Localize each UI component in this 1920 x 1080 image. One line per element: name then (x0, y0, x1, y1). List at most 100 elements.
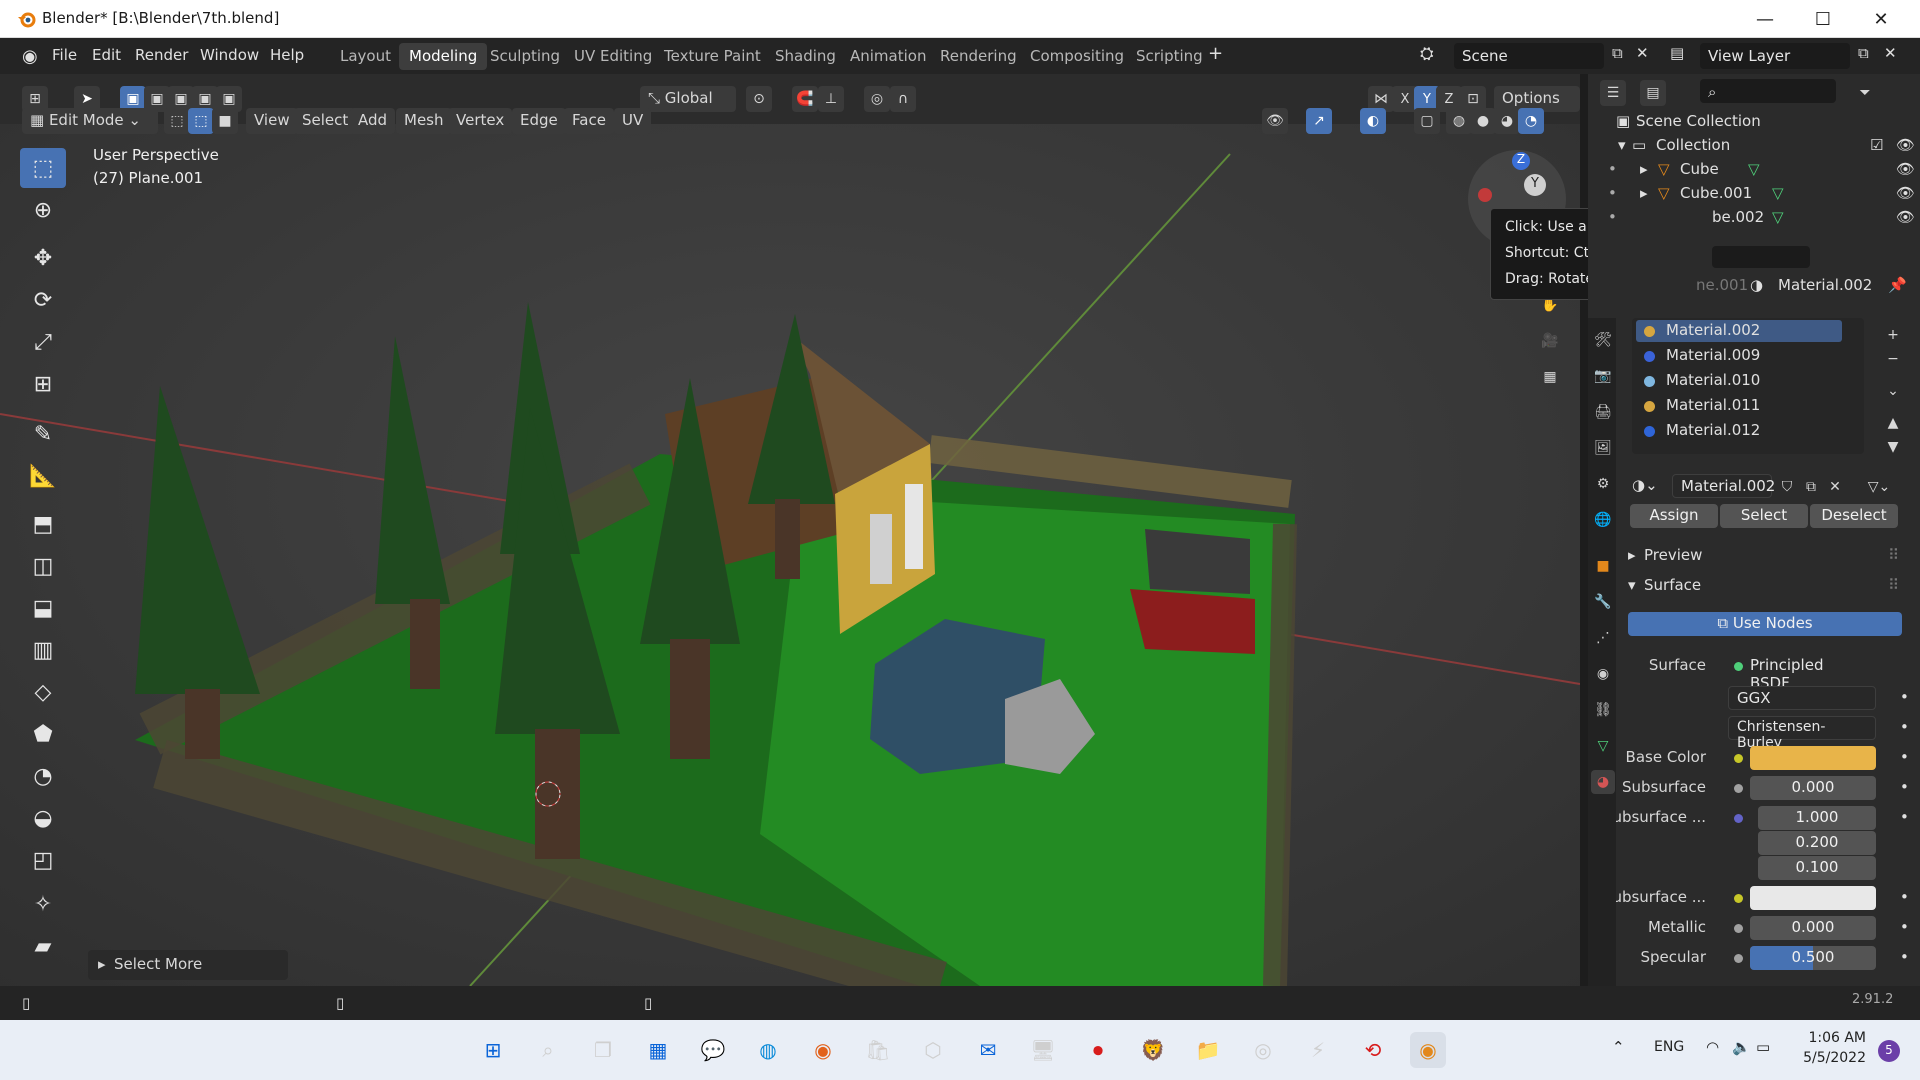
filter-icon[interactable]: ⏷ (1852, 80, 1878, 106)
subsurface-field[interactable]: 0.000 (1750, 776, 1876, 800)
outliner-search[interactable]: ⌕ (1700, 79, 1836, 103)
gizmo-y-axis[interactable]: Y (1524, 174, 1546, 196)
value-socket-icon[interactable] (1734, 924, 1743, 933)
tab-animation[interactable]: Animation (840, 43, 936, 70)
app-red-icon[interactable]: ⟲ (1355, 1032, 1391, 1068)
pin-icon[interactable]: 📌 (1888, 276, 1907, 294)
maximize-button[interactable]: ☐ (1794, 0, 1852, 38)
tab-shading[interactable]: Shading (765, 43, 846, 70)
outliner-editor-icon[interactable]: ☰ (1600, 80, 1626, 106)
render-tab-icon[interactable]: 📷 (1591, 364, 1615, 388)
add-slot-icon[interactable]: + (1880, 322, 1906, 348)
spin-tool-icon[interactable]: ◔ (20, 756, 66, 796)
scene-collection[interactable]: Scene Collection (1636, 112, 1761, 130)
value-socket-icon[interactable] (1734, 954, 1743, 963)
material-name-field[interactable]: Material.002 (1672, 474, 1775, 498)
subsurface-radius-keyframe-dot[interactable]: • (1900, 808, 1909, 826)
base-color-keyframe-dot[interactable]: • (1900, 748, 1909, 766)
shading-wireframe-icon[interactable]: ◍ (1446, 108, 1472, 134)
color-socket-icon[interactable] (1734, 894, 1743, 903)
tab-rendering[interactable]: Rendering (930, 43, 1027, 70)
collection-checkbox[interactable]: ☑ (1870, 136, 1883, 154)
language-indicator[interactable]: ENG (1654, 1039, 1684, 1055)
use-nodes-button[interactable]: ⧉ Use Nodes (1628, 612, 1902, 636)
menu-vertex[interactable]: Vertex (448, 108, 513, 134)
inset-tool-icon[interactable]: ◫ (20, 546, 66, 586)
menu-file[interactable]: File (52, 46, 77, 64)
menu-uv[interactable]: UV (614, 108, 652, 134)
xray-icon[interactable]: ▢ (1414, 108, 1440, 134)
fake-user-shield-icon[interactable]: ⛉ (1774, 474, 1800, 500)
link-mode-icon[interactable]: ▽⌄ (1866, 474, 1892, 500)
cube-eye-icon[interactable]: 👁 (1896, 160, 1915, 178)
move-tool-icon[interactable]: ✥ (20, 238, 66, 278)
gizmo-x-axis[interactable] (1478, 188, 1492, 202)
clock-date[interactable]: 5/5/2022 (1796, 1050, 1866, 1066)
package-icon[interactable]: ⬡ (915, 1032, 951, 1068)
subsurface-radius-z[interactable]: 0.100 (1758, 856, 1876, 880)
context-material-name[interactable]: Material.002 (1778, 276, 1872, 294)
scene-remove-icon[interactable]: ✕ (1636, 44, 1649, 62)
material-slot[interactable]: Material.009 (1666, 346, 1760, 364)
shrink-fatten-tool-icon[interactable]: ✧ (20, 884, 66, 924)
gizmo-z-axis[interactable]: Z (1512, 152, 1530, 170)
mail-icon[interactable]: ✉ (970, 1032, 1006, 1068)
subsurface-method-dropdown[interactable]: Christensen-Burley (1728, 716, 1876, 751)
distribution-keyframe-dot[interactable]: • (1900, 688, 1909, 706)
overlays-icon[interactable]: ◐ (1360, 108, 1386, 134)
data-tab-icon[interactable]: ▽ (1591, 734, 1615, 758)
transform-tool-icon[interactable]: ⊞ (20, 364, 66, 404)
menu-window[interactable]: Window (200, 46, 259, 64)
cube001-eye-icon[interactable]: 👁 (1896, 184, 1915, 202)
metallic-keyframe-dot[interactable]: • (1900, 918, 1909, 936)
poly-build-tool-icon[interactable]: ⬟ (20, 714, 66, 754)
blender-menu-icon[interactable]: ◉ (22, 46, 38, 67)
scene-new-icon[interactable]: ⧉ (1612, 44, 1623, 62)
outliner-item-cube002[interactable]: be.002 (1712, 208, 1764, 226)
drag-handle-icon[interactable]: ⠿ (1888, 576, 1899, 594)
minimize-button[interactable]: — (1736, 0, 1794, 38)
face-select-icon[interactable]: ■ (212, 108, 238, 134)
tab-modeling[interactable]: Modeling (399, 43, 488, 70)
object-tab-icon[interactable]: ■ (1591, 554, 1615, 578)
edge-select-icon[interactable]: ⬚ (188, 108, 214, 134)
subsurface-radius-y[interactable]: 0.200 (1758, 831, 1876, 855)
annotate-tool-icon[interactable]: ✎ (20, 414, 66, 454)
move-slot-up-icon[interactable]: ▲ (1880, 410, 1906, 436)
chat-icon[interactable]: 💬 (695, 1032, 731, 1068)
measure-tool-icon[interactable]: 📐 (20, 456, 66, 496)
subsurface-keyframe-dot[interactable]: • (1900, 778, 1909, 796)
bevel-tool-icon[interactable]: ⬓ (20, 588, 66, 628)
menu-render[interactable]: Render (135, 46, 188, 64)
knife-tool-icon[interactable]: ◇ (20, 672, 66, 712)
menu-view[interactable]: View (246, 108, 298, 134)
app-icon[interactable]: ⚡ (1300, 1032, 1336, 1068)
scene-tab-icon[interactable]: ⚙ (1591, 472, 1615, 496)
panel-preview[interactable]: Preview (1644, 546, 1702, 564)
last-operator-panel[interactable]: ▸ Select More (88, 950, 288, 980)
select-box-icon[interactable]: ⬚ (20, 148, 66, 188)
edge-slide-tool-icon[interactable]: ◰ (20, 840, 66, 880)
unlink-material-icon[interactable]: ✕ (1822, 474, 1848, 500)
outliner-item-cube[interactable]: Cube (1680, 160, 1719, 178)
specular-keyframe-dot[interactable]: • (1900, 948, 1909, 966)
drag-handle-icon[interactable]: ⠿ (1888, 546, 1899, 564)
widgets-icon[interactable]: ▦ (640, 1032, 676, 1068)
move-slot-down-icon[interactable]: ▼ (1880, 434, 1906, 460)
view-layer-selector[interactable]: View Layer (1700, 43, 1850, 69)
scale-tool-icon[interactable]: ⤢ (20, 322, 66, 362)
battery-icon[interactable]: ▭ (1756, 1038, 1770, 1056)
base-color-swatch[interactable] (1750, 746, 1876, 770)
camera-view-icon[interactable]: 🎥 (1537, 328, 1563, 354)
particles-tab-icon[interactable]: ⋰ (1591, 626, 1615, 650)
subsurface-color-keyframe-dot[interactable]: • (1900, 888, 1909, 906)
modifier-tab-icon[interactable]: 🔧 (1591, 590, 1615, 614)
material-tab-icon[interactable]: ◕ (1591, 770, 1615, 794)
store-icon[interactable]: 🛍 (860, 1032, 896, 1068)
menu-select[interactable]: Select (294, 108, 357, 134)
expand-collection-icon[interactable]: ▾ (1618, 136, 1626, 154)
expand-cube001-icon[interactable]: ▸ (1640, 184, 1648, 202)
vertex-select-icon[interactable]: ⬚ (164, 108, 190, 134)
view-layer-remove-icon[interactable]: ✕ (1884, 44, 1897, 62)
metallic-field[interactable]: 0.000 (1750, 916, 1876, 940)
